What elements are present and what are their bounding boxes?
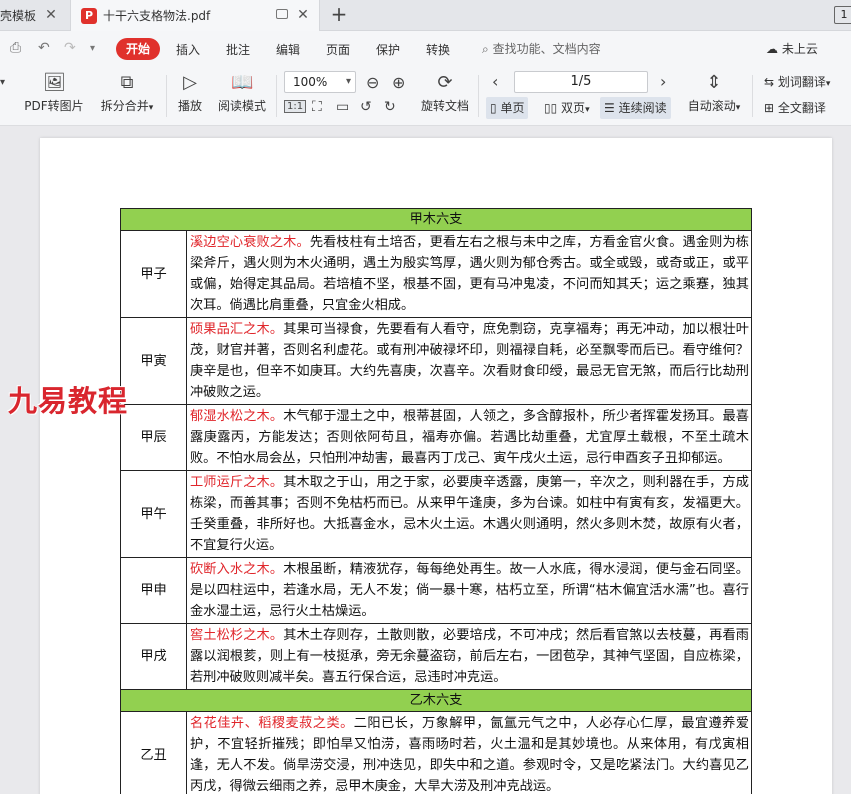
tab-template[interactable]: 壳模板 ✕ — [0, 0, 68, 31]
rotate-document-icon: ⟳ — [437, 72, 453, 93]
pillar-name: 甲申 — [120, 557, 187, 624]
pillar-name: 乙丑 — [120, 711, 187, 794]
chevron-down-icon[interactable]: ▾ — [90, 43, 95, 54]
double-page-icon: ▯▯ — [544, 101, 558, 115]
table-row: 甲辰 郁湿水松之木。木气郁于湿土之中，根蒂甚固，人领之，多含醇报朴，所少者挥霍发… — [120, 404, 752, 471]
previous-page-icon[interactable]: ‹ — [492, 72, 498, 91]
pillar-description: 工师运斤之木。其木取之于山，用之于家，必要庚辛透露，庚第一，辛次之，则利器在手，… — [186, 470, 752, 558]
close-icon[interactable]: ✕ — [44, 8, 58, 22]
actual-size-button[interactable]: 1:1 — [284, 100, 307, 113]
fit-page-icon[interactable]: ⛶ — [312, 99, 322, 115]
full-translate-button[interactable]: ⊞ 全文翻译 — [760, 97, 830, 119]
pillar-name: 甲寅 — [120, 317, 187, 405]
redo-icon[interactable]: ↷ — [64, 40, 76, 56]
undo-icon[interactable]: ↶ — [38, 40, 50, 56]
menu-protect[interactable]: 保护 — [376, 41, 400, 58]
pillar-description: 溪边空心衰败之木。先看枝柱有土培否，更看左右之根与未中之库，方看金官火食。遇金则… — [186, 230, 752, 318]
section-title: 乙木六支 — [120, 689, 752, 712]
screen-icon[interactable] — [276, 9, 288, 19]
chevron-down-icon: ▾ — [345, 76, 351, 87]
zoom-select[interactable]: 100% ▾ — [284, 71, 356, 93]
stems-branches-table: 甲木六支 甲子 溪边空心衰败之木。先看枝柱有土培否，更看左右之根与未中之库，方看… — [120, 208, 752, 794]
image-icon: 🖼 — [43, 72, 66, 93]
auto-scroll-button[interactable]: ⇕ 自动滚动▾ — [684, 73, 744, 114]
fit-width-icon[interactable]: ▭ — [336, 99, 349, 115]
pillar-name: 甲戌 — [120, 623, 187, 690]
split-merge-icon: ⧉ — [120, 72, 134, 93]
table-row: 甲午 工师运斤之木。其木取之于山，用之于家，必要庚辛透露，庚第一，辛次之，则利器… — [120, 470, 752, 558]
tab-active-pdf[interactable]: P 十干六支格物法.pdf ✕ — [70, 0, 320, 31]
read-mode-button[interactable]: 📖 阅读模式 — [214, 73, 270, 114]
menu-page[interactable]: 页面 — [326, 41, 350, 58]
cloud-icon: ☁ — [766, 42, 778, 56]
pdf-icon: P — [81, 7, 97, 24]
single-page-button[interactable]: ▯ 单页 — [486, 97, 529, 119]
zoom-out-icon[interactable]: ⊖ — [366, 73, 379, 92]
chevron-down-icon[interactable]: ▾ — [0, 77, 5, 88]
next-page-icon[interactable]: › — [660, 72, 666, 91]
pillar-name: 甲午 — [120, 470, 187, 558]
toolbar: ▾ 🖼 PDF转图片 ⧉ 拆分合并▾ ▷ 播放 📖 阅读模式 100% ▾ ⊖ … — [0, 67, 851, 126]
document-page: 甲木六支 甲子 溪边空心衰败之木。先看枝柱有土培否，更看左右之根与未中之库，方看… — [40, 138, 832, 794]
pdf-to-image-button[interactable]: 🖼 PDF转图片 — [22, 73, 86, 114]
search-input[interactable]: ⌕ 查找功能、文档内容 — [482, 40, 601, 57]
rotate-right-icon[interactable]: ↻ — [384, 99, 396, 115]
rotate-left-icon[interactable]: ↺ — [360, 99, 372, 115]
new-tab-button[interactable]: + — [328, 4, 350, 26]
section-header-row: 乙木六支 — [120, 689, 752, 712]
split-merge-button[interactable]: ⧉ 拆分合并▾ — [96, 73, 158, 114]
pillar-description: 硕果品汇之木。其果可当禄食，先要看有人看守，庶免剽窃，克享福寿；再无冲动，加以根… — [186, 317, 752, 405]
section-header-row: 甲木六支 — [120, 208, 752, 231]
window-count-button[interactable]: 1 — [834, 6, 851, 24]
tab-label: 壳模板 — [0, 9, 37, 23]
table-row: 甲子 溪边空心衰败之木。先看枝柱有土培否，更看左右之根与未中之库，方看金官火食。… — [120, 230, 752, 318]
continuous-read-button[interactable]: ☰ 连续阅读 — [600, 97, 671, 119]
table-row: 甲寅 硕果品汇之木。其果可当禄食，先要看有人看守，庶免剽窃，克享福寿；再无冲动，… — [120, 317, 752, 405]
search-icon: ⌕ — [482, 42, 489, 56]
menu-convert[interactable]: 转换 — [426, 41, 450, 58]
table-row: 甲戌 窖土松杉之木。其木土存则存，土散则散，必要培戌，不可冲戌；然后看官煞以去枝… — [120, 623, 752, 690]
menu-annotate[interactable]: 批注 — [226, 41, 250, 58]
pillar-name: 甲辰 — [120, 404, 187, 471]
tab-label: 十干六支格物法.pdf — [103, 9, 211, 23]
menu-bar: ⎙ ↶ ↷ ▾ 开始 插入 批注 编辑 页面 保护 转换 ⌕ 查找功能、文档内容… — [0, 31, 851, 67]
double-page-button[interactable]: ▯▯ 双页▾ — [540, 97, 594, 119]
pillar-description: 郁湿水松之木。木气郁于湿土之中，根蒂甚固，人领之，多含醇报朴，所少者挥霍发扬耳。… — [186, 404, 752, 471]
print-icon[interactable]: ⎙ — [10, 40, 21, 56]
rotate-document-button[interactable]: ⟳ 旋转文档 — [418, 73, 472, 114]
translate-icon: ⇆ — [764, 75, 775, 89]
book-icon: 📖 — [231, 72, 254, 93]
play-button[interactable]: ▷ 播放 — [172, 73, 208, 114]
page-number-input[interactable]: 1/5 — [514, 71, 648, 93]
watermark-logo: 九易教程 — [8, 384, 129, 418]
menu-edit[interactable]: 编辑 — [276, 41, 300, 58]
section-title: 甲木六支 — [120, 208, 752, 231]
pillar-name: 甲子 — [120, 230, 187, 318]
zoom-in-icon[interactable]: ⊕ — [392, 73, 405, 92]
word-translate-button[interactable]: ⇆ 划词翻译▾ — [760, 71, 834, 93]
pillar-description: 砍断入水之木。木根虽断，精液犹存，每每绝处再生。故一人水底，得水浸润，便与金石同… — [186, 557, 752, 624]
pillar-description: 名花佳卉、稻稷麦菽之类。二阳已长，万象解甲，氤氲元气之中，人必存心仁厚，最宜遵养… — [186, 711, 752, 794]
tab-bar: 壳模板 ✕ P 十干六支格物法.pdf ✕ + 1 — [0, 0, 851, 31]
pillar-description: 窖土松杉之木。其木土存则存，土散则散，必要培戌，不可冲戌；然后看官煞以去枝蔓，再… — [186, 623, 752, 690]
table-row: 乙丑 名花佳卉、稻稷麦菽之类。二阳已长，万象解甲，氤氲元气之中，人必存心仁厚，最… — [120, 711, 752, 794]
auto-scroll-icon: ⇕ — [706, 72, 722, 93]
continuous-icon: ☰ — [604, 101, 615, 115]
menu-start-button[interactable]: 开始 — [116, 38, 160, 60]
table-row: 甲申 砍断入水之木。木根虽断，精液犹存，每每绝处再生。故一人水底，得水浸润，便与… — [120, 557, 752, 624]
play-icon: ▷ — [183, 72, 197, 93]
menu-insert[interactable]: 插入 — [176, 41, 200, 58]
single-page-icon: ▯ — [490, 101, 497, 115]
cloud-status-button[interactable]: ☁ 未上云 — [766, 40, 818, 57]
translate-icon: ⊞ — [764, 101, 775, 115]
close-icon[interactable]: ✕ — [296, 8, 310, 22]
